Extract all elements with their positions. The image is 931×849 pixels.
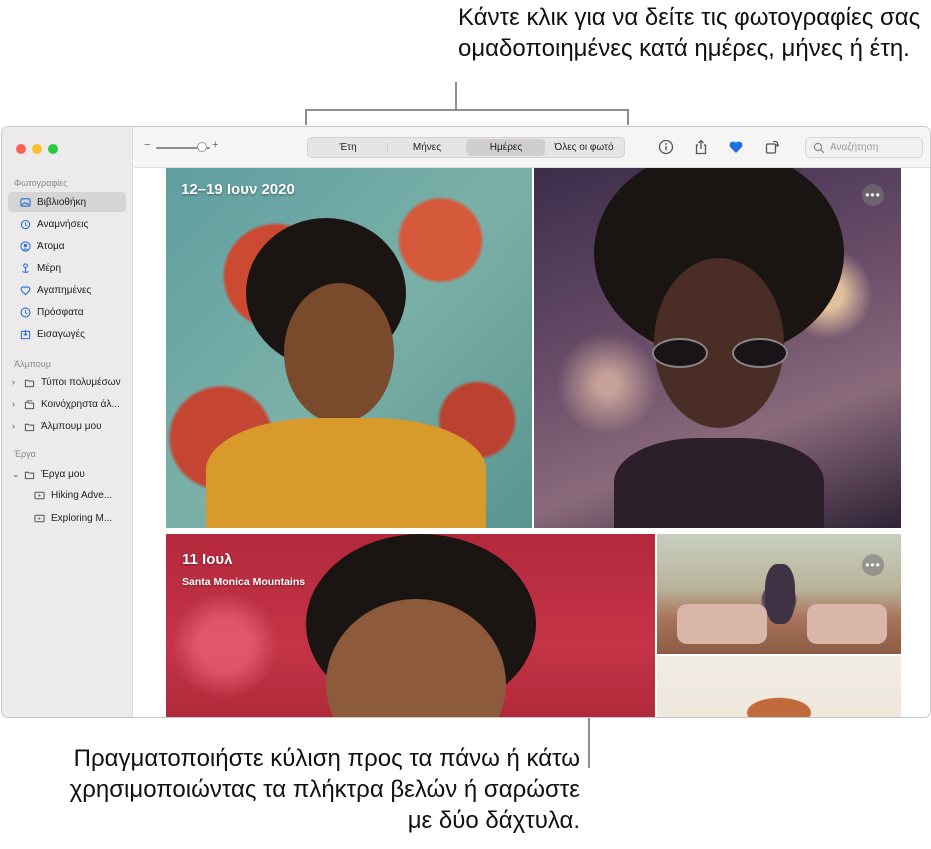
sidebar-item-my-projects[interactable]: ⌄ Έργα μου [8, 464, 126, 484]
sidebar-item-places[interactable]: Μέρη [8, 258, 126, 278]
portrait-face [284, 283, 394, 423]
portrait-shirt [614, 438, 824, 528]
tab-days[interactable]: Ημέρες [467, 139, 545, 156]
chevron-right-icon[interactable]: › [12, 421, 15, 431]
favorite-heart-icon[interactable] [727, 138, 745, 156]
folder-icon [24, 421, 35, 432]
share-icon[interactable] [692, 138, 710, 156]
sidebar-item-label: Μέρη [37, 262, 62, 274]
sidebar-item-hiking-project[interactable]: Hiking Adve... [8, 485, 126, 505]
date-group-title: 12–19 Ιουν 2020 [181, 181, 295, 198]
portrait-shirt [206, 418, 486, 528]
zoom-knob[interactable] [196, 142, 207, 152]
zoom-slider[interactable]: − + [144, 139, 222, 153]
photo-thumbnail[interactable] [657, 534, 901, 654]
folder-icon [24, 377, 35, 388]
sidebar-item-recents[interactable]: Πρόσφατα [8, 302, 126, 322]
search-icon [813, 142, 825, 153]
sunglasses-left [652, 338, 708, 368]
sidebar-item-label: Άτομα [37, 240, 65, 252]
sidebar-item-label: Βιβλιοθήκη [37, 196, 87, 208]
sidebar-section-photos: Φωτογραφίες [14, 178, 68, 188]
tab-months[interactable]: Μήνες [388, 139, 466, 156]
sidebar-item-exploring-project[interactable]: Exploring M... [8, 508, 126, 528]
sidebar-item-imports[interactable]: Εισαγωγές [8, 324, 126, 344]
sidebar-item-shared-albums[interactable]: › Κοινόχρηστα άλ... [8, 394, 126, 414]
callout-bracket-left [305, 109, 307, 125]
memories-icon [20, 219, 31, 230]
more-options-button[interactable]: ••• [862, 184, 884, 206]
zoom-out-label: − [144, 139, 151, 151]
sidebar-item-library[interactable]: Βιβλιοθήκη [8, 192, 126, 212]
seated-person [765, 564, 795, 624]
sidebar-item-label: Αγαπημένες [37, 284, 92, 296]
callout-bracket [305, 109, 628, 111]
sidebar-item-people[interactable]: Άτομα [8, 236, 126, 256]
sidebar-item-label: Κοινόχρηστα άλ... [41, 398, 120, 410]
photo-grid: 12–19 Ιουν 2020 ••• 11 Ιουλ Santa Monica… [134, 168, 930, 717]
sidebar-section-albums: Άλμπουμ [14, 359, 51, 369]
zoom-window-button[interactable] [48, 144, 58, 154]
sofa-left [677, 604, 767, 644]
sidebar-item-label: Άλμπουμ μου [41, 420, 102, 432]
view-segmented-control: Έτη Μήνες Ημέρες Όλες οι φωτό [307, 137, 625, 158]
callout-bracket-center [455, 82, 457, 110]
slideshow-icon [34, 513, 45, 524]
chevron-down-icon[interactable]: ⌄ [12, 469, 20, 480]
callout-bottom: Πραγματοποιήστε κύλιση προς τα πάνω ή κά… [69, 745, 580, 834]
sidebar-item-label: Exploring M... [51, 512, 113, 524]
imports-icon [20, 329, 31, 340]
photo-thumbnail[interactable] [166, 534, 655, 717]
toolbar: − + Έτη Μήνες Ημέρες Όλες οι φωτό Αναζήτ… [134, 127, 930, 168]
library-icon [20, 197, 31, 208]
chevron-right-icon[interactable]: › [12, 377, 15, 387]
places-icon [20, 262, 31, 274]
search-input[interactable]: Αναζήτηση [805, 137, 923, 158]
chevron-right-icon[interactable]: › [12, 399, 15, 409]
sidebar: Φωτογραφίες Βιβλιοθήκη Αναμνήσεις Άτομα … [2, 127, 133, 717]
sidebar-item-label: Hiking Adve... [51, 489, 113, 501]
tab-all-photos[interactable]: Όλες οι φωτό [545, 139, 623, 156]
search-placeholder: Αναζήτηση [830, 142, 879, 153]
sidebar-item-label: Αναμνήσεις [37, 218, 89, 230]
sofa-right [807, 604, 887, 644]
shared-album-icon [24, 399, 35, 410]
info-icon[interactable] [657, 138, 675, 156]
tab-years[interactable]: Έτη [309, 139, 387, 156]
clock-icon [20, 307, 31, 318]
sidebar-item-favorites[interactable]: Αγαπημένες [8, 280, 126, 300]
heart-icon [20, 285, 31, 296]
sidebar-item-my-albums[interactable]: › Άλμπουμ μου [8, 416, 126, 436]
photo-thumbnail[interactable] [657, 656, 901, 717]
folder-icon [24, 469, 35, 480]
photo-thumbnail[interactable] [166, 168, 532, 528]
sidebar-item-label: Πρόσφατα [37, 306, 84, 318]
sunglasses-right [732, 338, 788, 368]
photos-window: Φωτογραφίες Βιβλιοθήκη Αναμνήσεις Άτομα … [1, 126, 931, 718]
rotate-icon[interactable] [763, 138, 781, 156]
callout-bracket-right [627, 109, 629, 125]
sidebar-item-label: Εισαγωγές [37, 328, 85, 340]
callout-top: Κάντε κλικ για να δείτε τις φωτογραφίες … [458, 4, 921, 62]
date-group-location: Santa Monica Mountains [182, 576, 306, 588]
photo-thumbnail[interactable] [534, 168, 901, 528]
sidebar-item-label: Έργα μου [41, 468, 85, 480]
more-options-button[interactable]: ••• [862, 554, 884, 576]
slideshow-icon [34, 490, 45, 501]
sidebar-item-media-types[interactable]: › Τύποι πολυμέσων [8, 372, 126, 392]
close-window-button[interactable] [16, 144, 26, 154]
sidebar-item-label: Τύποι πολυμέσων [41, 376, 121, 388]
date-group-title: 11 Ιουλ [182, 551, 233, 568]
sidebar-item-memories[interactable]: Αναμνήσεις [8, 214, 126, 234]
people-icon [20, 240, 31, 252]
sidebar-section-projects: Έργα [14, 449, 36, 459]
zoom-in-label: + [212, 139, 219, 151]
minimize-window-button[interactable] [32, 144, 42, 154]
